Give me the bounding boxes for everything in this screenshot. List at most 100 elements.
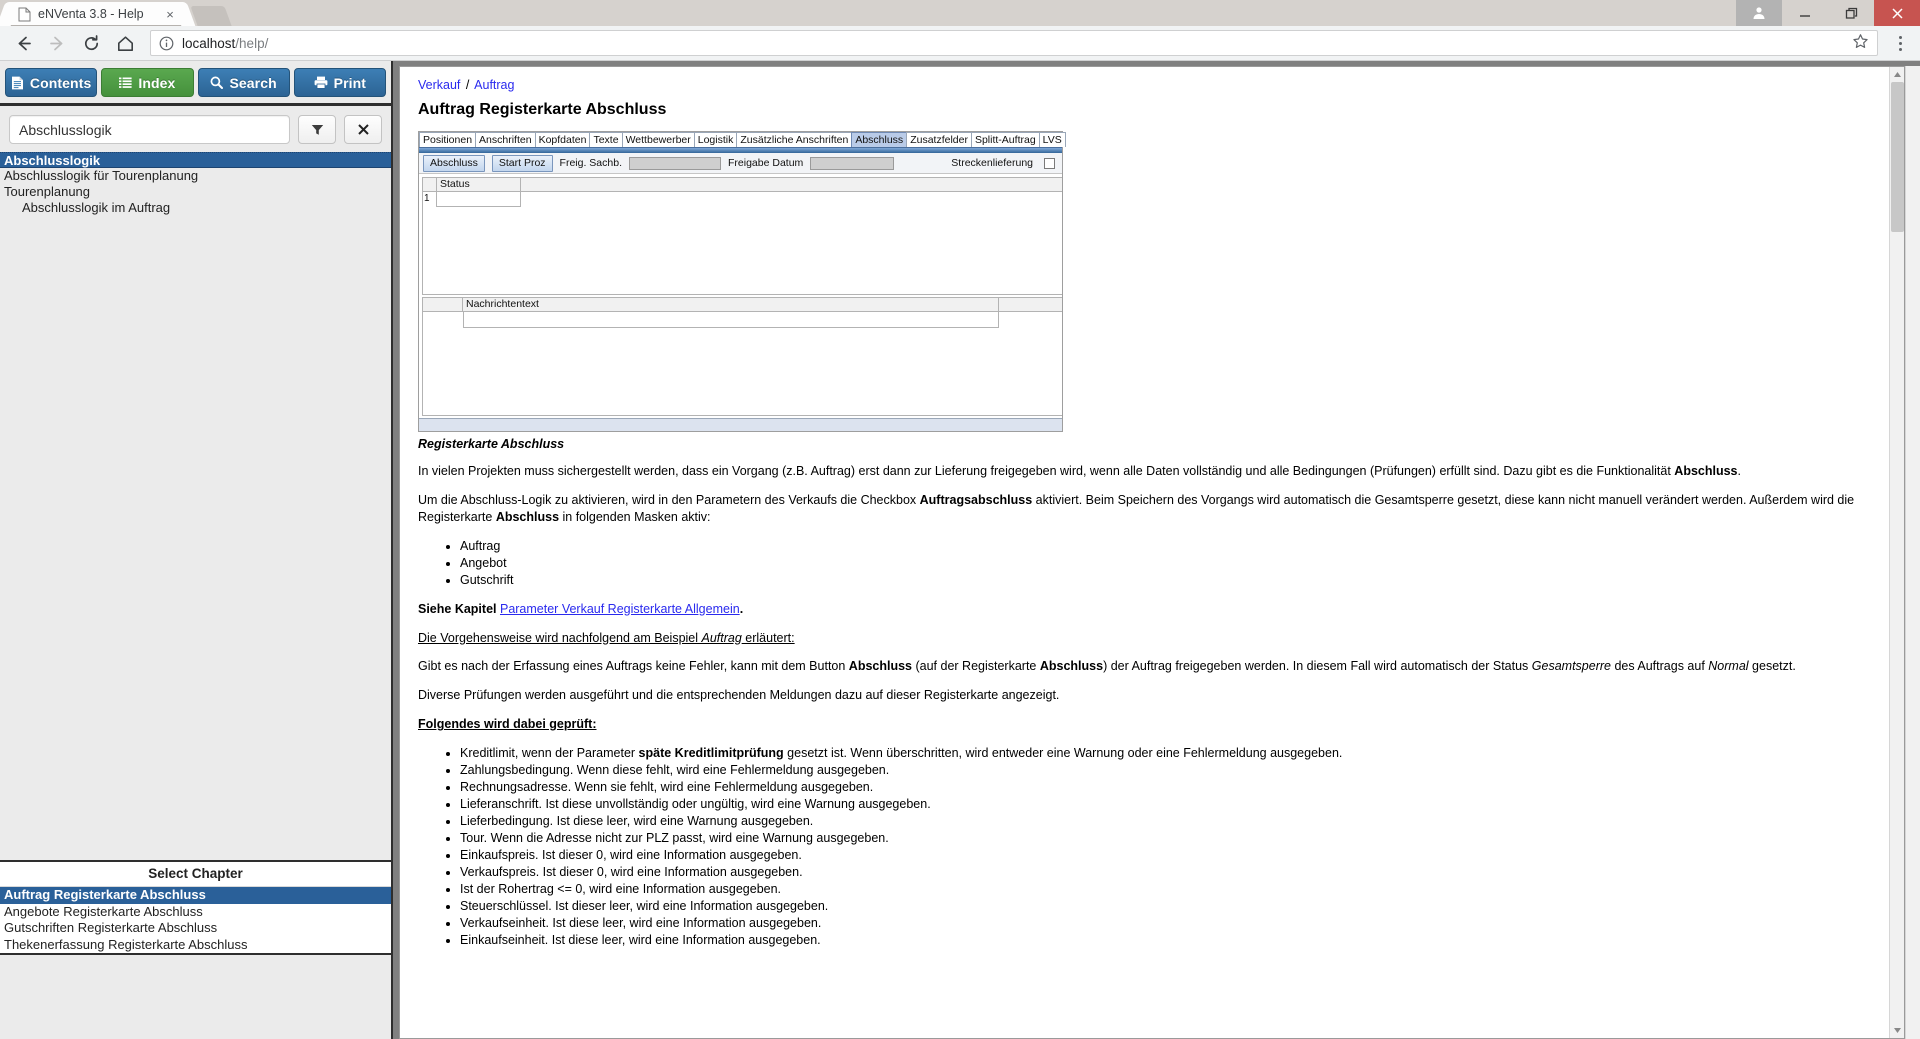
app-grid-cell-status[interactable] — [437, 192, 521, 207]
app-tab-splitt-auftrag[interactable]: Splitt-Auftrag — [970, 132, 1040, 147]
p2-text-b: Auftragsabschluss — [919, 492, 1033, 507]
search-result-item[interactable]: Tourenplanung — [0, 184, 391, 200]
bookmark-star-icon[interactable] — [1852, 33, 1869, 53]
app-status-grid: Status 1 — [422, 177, 1062, 295]
new-tab-button[interactable] — [190, 6, 232, 26]
back-icon[interactable] — [9, 29, 37, 57]
page-info-icon[interactable] — [159, 36, 174, 51]
chapter-item[interactable]: Auftrag Registerkarte Abschluss — [0, 887, 391, 904]
help-sidebar: Contents Index Search Print Abschlusslog… — [0, 61, 393, 1039]
browser-menu-icon[interactable] — [1886, 29, 1914, 57]
document-content: Verkauf / Auftrag Auftrag Registerkarte … — [400, 67, 1904, 949]
app-grid-corner-cell — [423, 178, 437, 191]
app-status-bar — [419, 418, 1062, 431]
app-tab-logistik[interactable]: Logistik — [693, 132, 738, 147]
app-abschluss-button[interactable]: Abschluss — [423, 154, 485, 172]
close-tab-icon[interactable]: × — [162, 6, 178, 22]
app-tab-zusatzfelder[interactable]: Zusatzfelder — [906, 132, 972, 147]
list-item: Tour. Wenn die Adresse nicht zur PLZ pas… — [460, 830, 1886, 847]
p1-text-b: Abschluss — [1674, 464, 1738, 478]
search-button-label: Search — [229, 74, 277, 91]
list-item: Gutschrift — [460, 572, 1886, 589]
search-row — [0, 106, 391, 152]
app-tab-bar: Positionen Anschriften Kopfdaten Texte W… — [419, 132, 1066, 147]
app-tab-zusaetzliche-anschriften[interactable]: Zusätzliche Anschriften — [736, 132, 853, 147]
p2-text-e: in folgenden Masken aktiv: — [559, 509, 711, 524]
p5-text-f: Gesamtsperre — [1531, 659, 1611, 674]
search-result-item[interactable]: Abschlusslogik für Tourenplanung — [0, 168, 391, 184]
index-button[interactable]: Index — [101, 68, 194, 97]
document-vertical-scrollbar[interactable] — [1889, 67, 1904, 1038]
list-item: Kreditlimit, wenn der Parameter späte Kr… — [460, 745, 1886, 762]
app-streckenlieferung-checkbox[interactable] — [1044, 157, 1056, 169]
filter-button[interactable] — [298, 115, 336, 144]
paragraph-see-chapter: Siehe Kapitel Parameter Verkauf Register… — [418, 601, 1886, 618]
app-grid-col-status[interactable]: Status — [437, 178, 521, 191]
maximize-button[interactable] — [1828, 0, 1874, 26]
p2-text-d: Abschluss — [495, 509, 560, 524]
search-button[interactable]: Search — [197, 68, 290, 97]
chapter-link[interactable]: Parameter Verkauf Registerkarte Allgemei… — [500, 602, 740, 616]
p5-text-h: Normal — [1708, 659, 1749, 674]
search-results-list: Abschlusslogik Abschlusslogik für Touren… — [0, 152, 391, 216]
app-grid-row[interactable]: 1 — [423, 192, 1062, 207]
app-freig-sachb-field[interactable] — [629, 156, 721, 170]
p2-text-a: Um die Abschluss-Logik zu aktivieren, wi… — [418, 492, 920, 507]
app-status-grid-header: Status — [423, 178, 1062, 192]
list-item: Lieferanschrift. Ist diese unvollständig… — [460, 796, 1886, 813]
app-freigabe-datum-label: Freigabe Datum — [728, 157, 804, 169]
breadcrumb-link-verkauf[interactable]: Verkauf — [418, 78, 460, 92]
reload-icon[interactable] — [77, 29, 105, 57]
page-viewport: Contents Index Search Print Abschlusslog… — [0, 61, 1920, 1039]
clear-search-button[interactable] — [344, 115, 382, 144]
list-item: Verkaufspreis. Ist dieser 0, wird eine I… — [460, 864, 1886, 881]
address-bar[interactable]: localhost/help/ — [150, 30, 1878, 56]
paragraph-intro: In vielen Projekten muss sichergestellt … — [418, 463, 1886, 480]
search-result-item[interactable]: Abschlusslogik — [0, 152, 391, 168]
print-button[interactable]: Print — [293, 68, 386, 97]
breadcrumb-link-auftrag[interactable]: Auftrag — [474, 78, 514, 92]
scroll-up-icon[interactable] — [1890, 67, 1904, 82]
index-button-label: Index — [138, 74, 176, 91]
app-tab-positionen[interactable]: Positionen — [419, 132, 477, 147]
contents-button[interactable]: Contents — [5, 68, 98, 97]
app-tab-lvs[interactable]: LVS — [1038, 132, 1066, 147]
chapter-item[interactable]: Angebote Registerkarte Abschluss — [0, 904, 391, 921]
browser-tab[interactable]: eNVenta 3.8 - Help × — [8, 2, 184, 26]
app-messages-cell[interactable] — [463, 312, 999, 328]
app-grid-col-nachrichtentext[interactable]: Nachrichtentext — [463, 298, 999, 311]
scroll-down-icon[interactable] — [1890, 1023, 1904, 1038]
p1-text-a: In vielen Projekten muss sichergestellt … — [418, 464, 1675, 478]
app-start-proz-button[interactable]: Start Proz — [491, 154, 553, 172]
p5-text-i: gesetzt. — [1748, 659, 1796, 674]
home-icon[interactable] — [111, 29, 139, 57]
chapter-item[interactable]: Thekenerfassung Registerkarte Abschluss — [0, 937, 391, 954]
p4-text-c: erläutert: — [741, 630, 795, 645]
window-vertical-scrollbar[interactable] — [1905, 66, 1920, 1039]
p5-text-e: ) der Auftrag freigegeben werden. In die… — [1103, 659, 1532, 674]
search-input[interactable] — [9, 115, 290, 144]
app-freig-sachb-label: Freig. Sachb. — [559, 157, 622, 169]
app-tab-texte[interactable]: Texte — [589, 132, 623, 147]
breadcrumb: Verkauf / Auftrag — [418, 78, 1886, 92]
app-tab-kopfdaten[interactable]: Kopfdaten — [534, 132, 591, 147]
chapter-item[interactable]: Gutschriften Registerkarte Abschluss — [0, 920, 391, 937]
app-tab-abschluss[interactable]: Abschluss — [851, 132, 908, 147]
paragraph-procedure-heading: Die Vorgehensweise wird nachfolgend am B… — [418, 630, 1886, 647]
p3-text-a: Siehe Kapitel — [418, 601, 500, 616]
app-tab-wettbewerber[interactable]: Wettbewerber — [621, 132, 695, 147]
p5-text-d: Abschluss — [1039, 659, 1104, 674]
app-freigabe-datum-field[interactable] — [810, 156, 895, 170]
print-button-label: Print — [333, 74, 367, 91]
minimize-button[interactable] — [1782, 0, 1828, 26]
scrollbar-thumb[interactable] — [1891, 82, 1904, 232]
p4-text-a: Die Vorgehensweise wird nachfolgend am B… — [418, 630, 702, 645]
app-tab-anschriften[interactable]: Anschriften — [475, 132, 536, 147]
p4-text-i: Auftrag — [701, 630, 742, 645]
search-result-item[interactable]: Abschlusslogik im Auftrag — [0, 200, 391, 216]
close-window-button[interactable] — [1874, 0, 1920, 26]
app-messages-row[interactable] — [423, 312, 1062, 328]
browser-titlebar: eNVenta 3.8 - Help × — [0, 0, 1920, 26]
profile-icon[interactable] — [1736, 0, 1782, 26]
p5-text-g: des Auftrags auf — [1610, 659, 1709, 674]
